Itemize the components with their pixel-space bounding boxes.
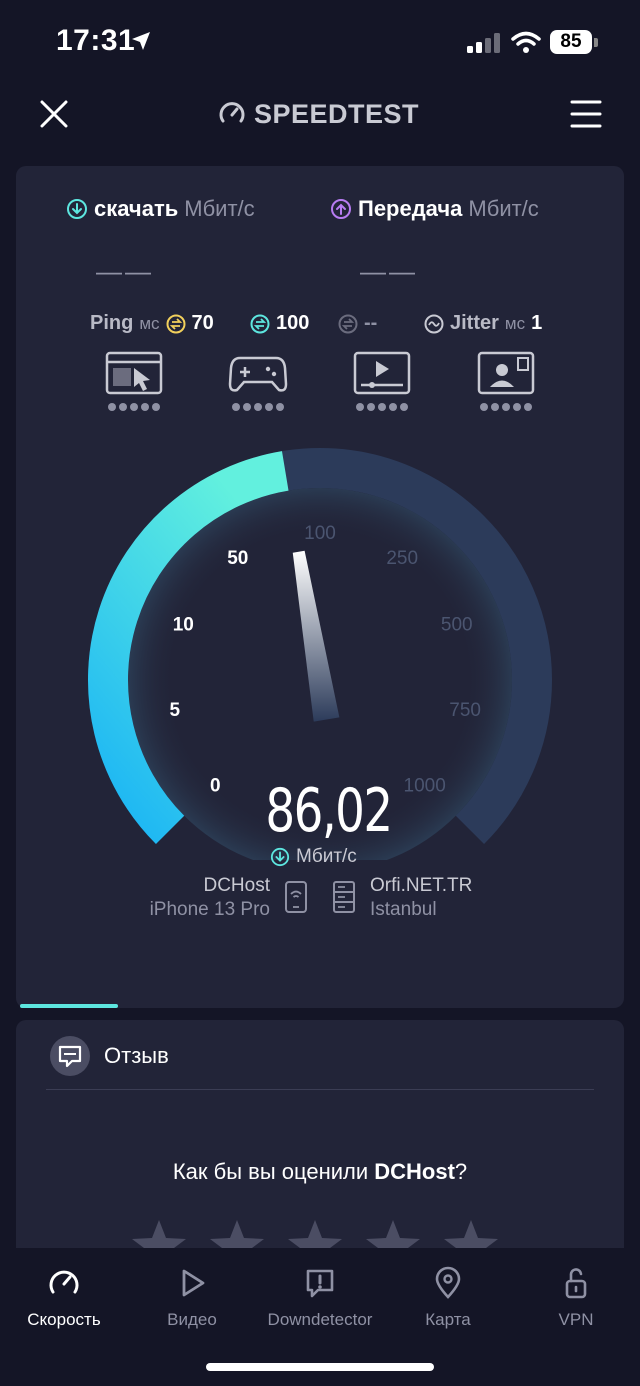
gauge-tick-label: 5: [170, 700, 181, 721]
ping-download-icon: [250, 314, 270, 333]
gauge-tick-label: 50: [227, 548, 248, 569]
wifi-icon: [511, 31, 541, 53]
gauge-tick-label: 1000: [404, 776, 446, 797]
video-call-rating-dots: [480, 403, 534, 411]
speedometer-logo-icon: [219, 102, 245, 123]
tab-downdetector[interactable]: Downdetector: [256, 1266, 384, 1330]
gauge-tick-label: 100: [304, 523, 336, 544]
upload-label: Передача Мбит/с: [330, 196, 539, 222]
gaming-icon[interactable]: [228, 350, 288, 396]
jitter-label: Jitter: [450, 312, 499, 334]
feedback-icon: [50, 1036, 90, 1076]
download-label-text: скачать: [94, 196, 179, 221]
speedometer-icon: [49, 1270, 79, 1294]
tab-speed-label: Скорость: [27, 1310, 101, 1329]
ping-idle-icon: [166, 314, 186, 333]
download-arrow-small-icon: [270, 847, 290, 867]
test-progress-bar: [20, 1004, 118, 1008]
jitter-icon: [424, 314, 444, 333]
close-icon[interactable]: [36, 96, 72, 132]
map-pin-icon: [435, 1266, 461, 1299]
upload-label-text: Передача: [358, 196, 463, 221]
server-city: Istanbul: [370, 899, 437, 920]
jitter-unit: мс: [504, 313, 526, 333]
download-arrow-icon: [67, 199, 87, 219]
upload-value: ——: [360, 256, 418, 286]
video-streaming-icon[interactable]: [352, 350, 412, 396]
ping-upload-value: --: [364, 312, 378, 334]
gauge-tick-label: 500: [441, 614, 473, 635]
tab-map-label: Карта: [425, 1310, 471, 1329]
ping-upload: --: [338, 312, 377, 335]
question-prefix: Как бы вы оценили: [172, 1159, 375, 1184]
tab-map[interactable]: Карта: [384, 1266, 512, 1330]
gaming-rating-dots: [232, 403, 286, 411]
alert-icon: [306, 1269, 334, 1298]
ping-download: 100: [250, 312, 309, 335]
video-rating-dots: [356, 403, 410, 411]
gauge-tick-label: 750: [449, 700, 481, 721]
ping-unit: мс: [139, 313, 160, 333]
status-time: 17:31: [56, 24, 136, 57]
download-unit: Мбит/с: [184, 196, 255, 221]
menu-icon[interactable]: [568, 98, 604, 130]
question-brand: DCHost: [374, 1159, 455, 1184]
phone-wifi-icon: [285, 881, 307, 913]
ping-idle-value: 70: [191, 312, 214, 334]
battery-level: 85: [550, 30, 592, 54]
battery-nub: [594, 38, 598, 47]
tab-video[interactable]: Видео: [128, 1266, 256, 1330]
feedback-question: Как бы вы оценили DCHost?: [0, 1159, 640, 1185]
download-value: ——: [96, 256, 154, 286]
ping-download-value: 100: [276, 312, 310, 334]
tab-downdetector-label: Downdetector: [267, 1310, 373, 1329]
jitter-value: 1: [531, 312, 543, 334]
browsing-rating-dots: [108, 403, 162, 411]
tab-speed[interactable]: Скорость: [0, 1266, 128, 1330]
home-indicator[interactable]: [206, 1363, 434, 1371]
ping-idle: Ping мс 70: [90, 312, 214, 335]
browsing-icon[interactable]: [104, 350, 164, 396]
speedtest-logo: SPEEDTEST: [218, 96, 419, 132]
location-arrow-icon: [132, 32, 150, 50]
feedback-divider: [46, 1089, 594, 1090]
gauge-tick-label: 0: [210, 776, 221, 797]
upload-arrow-icon: [331, 199, 351, 219]
isp-name: DCHost: [203, 875, 270, 896]
tab-vpn[interactable]: VPN: [512, 1266, 640, 1330]
play-icon: [182, 1269, 205, 1297]
ping-label: Ping: [90, 312, 134, 334]
server-icon: [333, 881, 355, 913]
tab-video-label: Видео: [167, 1310, 217, 1329]
jitter: Jitter мс 1: [424, 312, 542, 335]
feedback-title: Отзыв: [104, 1043, 169, 1068]
download-label: скачать Мбит/с: [66, 196, 255, 222]
lock-icon: [565, 1268, 587, 1299]
upload-unit: Мбит/с: [468, 196, 539, 221]
gauge-tick-label: 250: [386, 548, 418, 569]
gauge-tick-label: 10: [173, 614, 194, 635]
video-call-icon[interactable]: [476, 350, 536, 396]
speed-value: 86,02: [265, 776, 393, 846]
device-name: iPhone 13 Pro: [149, 899, 270, 920]
logo-text: SPEEDTEST: [254, 98, 420, 129]
server-name[interactable]: Orfi.NET.TR: [370, 875, 472, 897]
cellular-signal-icon: [467, 33, 500, 53]
question-suffix: ?: [454, 1159, 468, 1184]
speed-unit-text: Мбит/с: [296, 846, 357, 867]
speed-unit: Мбит/с: [270, 846, 357, 868]
ping-upload-icon: [338, 314, 358, 333]
tab-vpn-label: VPN: [558, 1310, 594, 1329]
